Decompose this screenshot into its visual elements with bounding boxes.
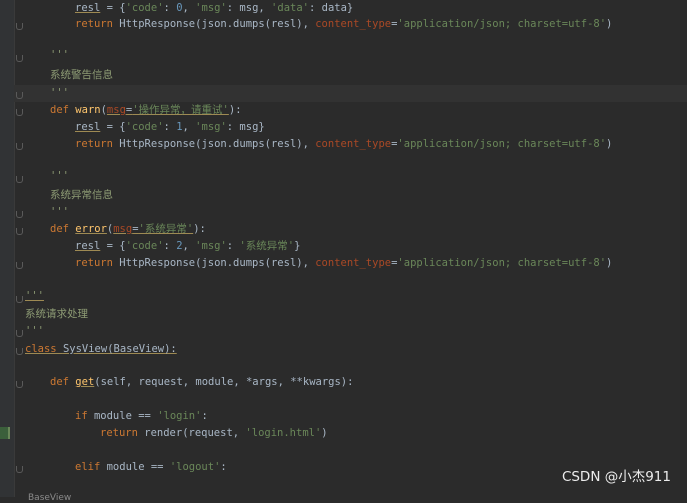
code-line: resl = {'code': 2, 'msg': '系统异常'} bbox=[75, 240, 301, 252]
code-line: resl = {'code': 1, 'msg': msg} bbox=[75, 121, 265, 133]
docstring-line: ''' bbox=[50, 49, 69, 61]
def-warn-line: def warn(msg='操作异常，请重试'): bbox=[50, 104, 242, 116]
docstring-line-current: ''' bbox=[14, 85, 687, 102]
class-sysview-line: class SysView(BaseView): bbox=[25, 343, 177, 355]
docstring-line: 系统异常信息 bbox=[50, 189, 113, 201]
fold-end-icon[interactable] bbox=[16, 92, 23, 99]
fold-end-icon[interactable] bbox=[16, 211, 23, 218]
code-editor[interactable]: resl = {'code': 0, 'msg': msg, 'data': d… bbox=[14, 0, 687, 497]
fold-start-icon[interactable] bbox=[16, 381, 23, 388]
docstring-line: 系统请求处理 bbox=[25, 308, 88, 320]
fold-end-icon[interactable] bbox=[16, 330, 23, 337]
fold-end-icon[interactable] bbox=[16, 23, 23, 30]
def-get-line: def get(self, request, module, *args, **… bbox=[50, 376, 354, 388]
editor-gutter bbox=[0, 0, 15, 497]
fold-end-icon[interactable] bbox=[16, 143, 23, 150]
fold-end-icon[interactable] bbox=[16, 262, 23, 269]
docstring-line: ''' bbox=[50, 170, 69, 182]
docstring-line: ''' bbox=[25, 325, 44, 337]
change-marker bbox=[0, 427, 10, 439]
docstring-line: ''' bbox=[50, 206, 69, 218]
fold-start-icon[interactable] bbox=[16, 296, 23, 303]
code-line: resl = {'code': 0, 'msg': msg, 'data': d… bbox=[75, 2, 354, 14]
fold-start-icon[interactable] bbox=[16, 228, 23, 235]
csdn-watermark: CSDN @小杰911 bbox=[561, 469, 671, 485]
code-line: return HttpResponse(json.dumps(resl), co… bbox=[75, 257, 613, 269]
code-line: return HttpResponse(json.dumps(resl), co… bbox=[75, 138, 613, 150]
fold-start-icon[interactable] bbox=[16, 466, 23, 473]
breadcrumb: BaseView bbox=[28, 493, 72, 503]
fold-start-icon[interactable] bbox=[16, 348, 23, 355]
code-line: return render(request, 'login.html') bbox=[100, 427, 328, 439]
fold-start-icon[interactable] bbox=[16, 176, 23, 183]
fold-start-icon[interactable] bbox=[16, 55, 23, 62]
fold-start-icon[interactable] bbox=[16, 109, 23, 116]
docstring-line: ''' bbox=[25, 290, 44, 302]
code-line: if module == 'login': bbox=[75, 410, 208, 422]
docstring-line: 系统警告信息 bbox=[50, 69, 113, 81]
code-line: return HttpResponse(json.dumps(resl), co… bbox=[75, 18, 613, 30]
def-error-line: def error(msg='系统异常'): bbox=[50, 223, 206, 235]
